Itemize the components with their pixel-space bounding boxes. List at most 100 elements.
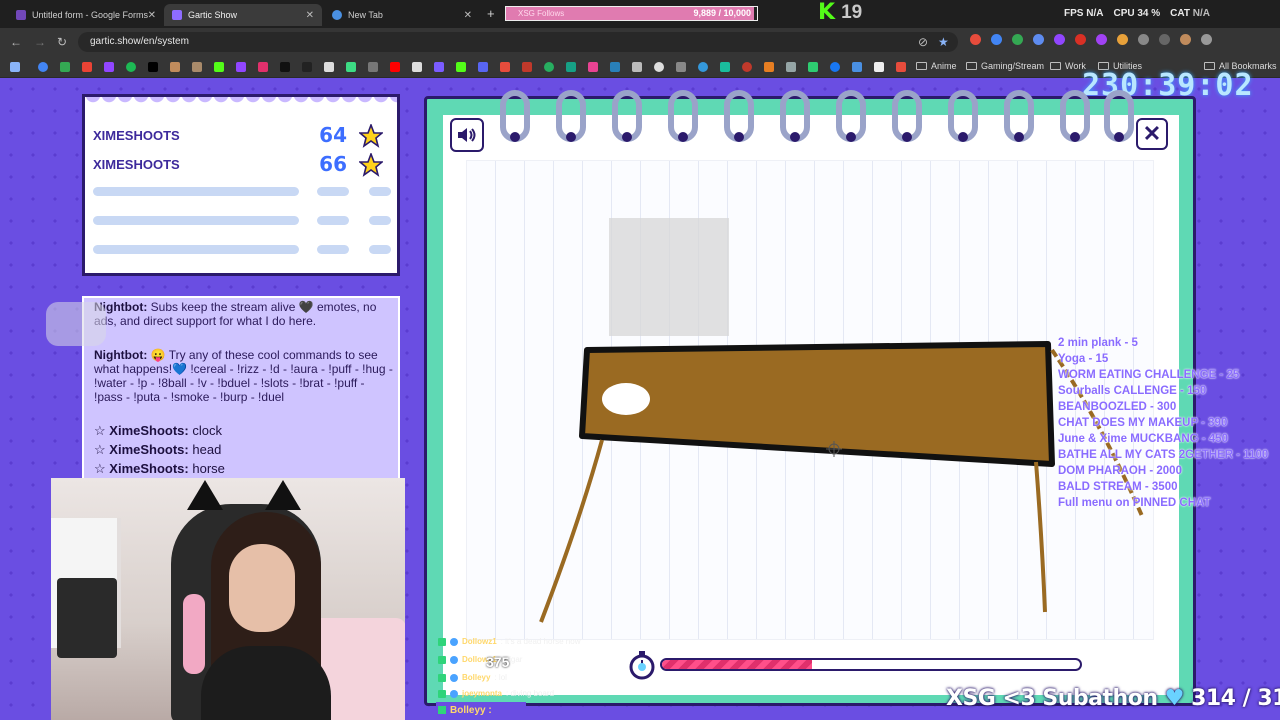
reload-icon[interactable]: ↻ bbox=[57, 35, 67, 49]
sound-toggle-button[interactable] bbox=[450, 118, 484, 152]
bookmark-favicon[interactable] bbox=[170, 62, 180, 72]
empty-score-slot bbox=[369, 245, 391, 254]
tiktok-icon[interactable] bbox=[280, 62, 290, 72]
empty-score-slot bbox=[317, 216, 349, 225]
bookmark-favicon[interactable] bbox=[192, 62, 202, 72]
bookmark-favicon[interactable] bbox=[896, 62, 906, 72]
bookmark-favicon[interactable] bbox=[104, 62, 114, 72]
bookmark-favicon[interactable] bbox=[588, 62, 598, 72]
scoreboard-scallop bbox=[85, 97, 397, 109]
ring bbox=[780, 90, 810, 142]
bookmark-favicon[interactable] bbox=[456, 62, 466, 72]
menu-item: DOM PHARAOH - 2000 bbox=[1058, 465, 1182, 477]
bookmark-favicon[interactable] bbox=[434, 62, 444, 72]
bookmark-star-icon[interactable]: ★ bbox=[938, 35, 949, 49]
instagram-icon[interactable] bbox=[258, 62, 268, 72]
bookmark-favicon[interactable] bbox=[60, 62, 70, 72]
bookmark-favicon[interactable] bbox=[786, 62, 796, 72]
bookmark-favicon[interactable] bbox=[852, 62, 862, 72]
x-icon[interactable] bbox=[148, 62, 158, 72]
drawing-canvas[interactable] bbox=[466, 160, 1154, 640]
bookmark-favicon[interactable] bbox=[808, 62, 818, 72]
profile-avatar[interactable] bbox=[1180, 34, 1191, 45]
url-input[interactable]: gartic.show/en/system bbox=[78, 32, 958, 52]
new-tab-button[interactable]: + bbox=[487, 6, 495, 21]
bookmark-favicon[interactable] bbox=[38, 62, 48, 72]
bookmark-favicon[interactable] bbox=[676, 62, 686, 72]
guess-text: clock bbox=[192, 423, 222, 438]
sub-badge-icon bbox=[450, 673, 458, 682]
kick-icon[interactable] bbox=[214, 62, 224, 72]
bookmark-favicon[interactable] bbox=[632, 62, 642, 72]
tab-google-forms[interactable]: Untitled form - Google Forms ✕ bbox=[8, 4, 164, 26]
bookmark-favicon[interactable] bbox=[742, 62, 752, 72]
facebook-icon[interactable] bbox=[830, 62, 840, 72]
star-icon bbox=[359, 153, 383, 177]
extension-icon[interactable] bbox=[991, 34, 1002, 45]
close-button[interactable]: ✕ bbox=[1136, 118, 1168, 150]
twitch-icon[interactable] bbox=[236, 62, 246, 72]
close-tab-icon[interactable]: ✕ bbox=[306, 10, 314, 21]
back-icon[interactable]: ← bbox=[10, 35, 22, 49]
tracking-protection-icon[interactable]: ⊘ bbox=[918, 35, 928, 49]
more-menu-icon[interactable] bbox=[1201, 34, 1212, 45]
subathon-banner: XSG <3 Subathon ♥ 314 / 315 bbox=[946, 686, 1280, 711]
spotify-icon[interactable] bbox=[126, 62, 136, 72]
fps-label: FPS bbox=[1064, 8, 1084, 19]
bookmark-folder-anime[interactable]: Anime bbox=[916, 61, 957, 71]
tab-title: Gartic Show bbox=[188, 10, 238, 20]
bookmark-favicon[interactable] bbox=[346, 62, 356, 72]
bookmark-favicon[interactable] bbox=[720, 62, 730, 72]
bookmark-favicon[interactable] bbox=[654, 62, 664, 72]
extensions-puzzle-icon[interactable] bbox=[1138, 34, 1149, 45]
player-score: 66 bbox=[319, 152, 347, 176]
extension-icon[interactable] bbox=[1096, 34, 1107, 45]
player-name: XIMESHOOTS bbox=[93, 156, 180, 172]
ring bbox=[892, 90, 922, 142]
notebook-rings bbox=[496, 90, 1136, 150]
mod-badge-icon bbox=[438, 706, 446, 714]
menu-item: BALD STREAM - 3500 bbox=[1058, 481, 1178, 493]
chat-username: XimeShoots: bbox=[109, 461, 189, 476]
bookmark-favicon[interactable] bbox=[412, 62, 422, 72]
youtube-icon[interactable] bbox=[390, 62, 400, 72]
bookmark-favicon[interactable] bbox=[324, 62, 334, 72]
extension-icon[interactable] bbox=[1117, 34, 1128, 45]
ring bbox=[948, 90, 978, 142]
reading-list-icon[interactable] bbox=[1159, 34, 1170, 45]
bookmark-favicon[interactable] bbox=[500, 62, 510, 72]
bookmark-favicon[interactable] bbox=[478, 62, 488, 72]
bookmark-favicon[interactable] bbox=[368, 62, 378, 72]
apps-grid-icon[interactable] bbox=[10, 62, 20, 72]
folder-label: Gaming/Stream bbox=[981, 61, 1045, 71]
bookmark-favicon[interactable] bbox=[82, 62, 92, 72]
bookmark-favicon[interactable] bbox=[544, 62, 554, 72]
tab-gartic-show[interactable]: Gartic Show ✕ bbox=[164, 4, 322, 26]
extension-icon[interactable] bbox=[1033, 34, 1044, 45]
close-tab-icon[interactable]: ✕ bbox=[148, 10, 156, 21]
bookmark-favicon[interactable] bbox=[566, 62, 576, 72]
overlay-chat-line: Dollowz1: cigar bbox=[438, 655, 522, 664]
menu-item: June & Xime MUCKBANG - 450 bbox=[1058, 433, 1228, 445]
browser-tab-bar: Untitled form - Google Forms ✕ Gartic Sh… bbox=[0, 0, 1280, 28]
tab-new-tab[interactable]: New Tab ✕ bbox=[324, 4, 480, 26]
extension-icon[interactable] bbox=[1012, 34, 1023, 45]
speaker-icon bbox=[458, 128, 476, 142]
folder-icon bbox=[916, 62, 927, 70]
bookmark-folder-gaming-stream[interactable]: Gaming/Stream bbox=[966, 61, 1044, 71]
bookmark-favicon[interactable] bbox=[698, 62, 708, 72]
bookmark-favicon[interactable] bbox=[874, 62, 884, 72]
overlay-chat-line: Dollowz1: it's a dead horse now bbox=[438, 637, 580, 646]
extension-icon[interactable] bbox=[970, 34, 981, 45]
bookmark-favicon[interactable] bbox=[764, 62, 774, 72]
forward-icon[interactable]: → bbox=[34, 35, 46, 49]
bookmark-folder-work[interactable]: Work bbox=[1050, 61, 1086, 71]
extension-icon[interactable] bbox=[1075, 34, 1086, 45]
x-icon[interactable] bbox=[302, 62, 312, 72]
close-tab-icon[interactable]: ✕ bbox=[464, 10, 472, 21]
menu-item: WORM EATING CHALLENGE - 25 bbox=[1058, 369, 1240, 381]
gartic-icon bbox=[172, 10, 182, 20]
bookmark-favicon[interactable] bbox=[610, 62, 620, 72]
bookmark-favicon[interactable] bbox=[522, 62, 532, 72]
extension-icon[interactable] bbox=[1054, 34, 1065, 45]
